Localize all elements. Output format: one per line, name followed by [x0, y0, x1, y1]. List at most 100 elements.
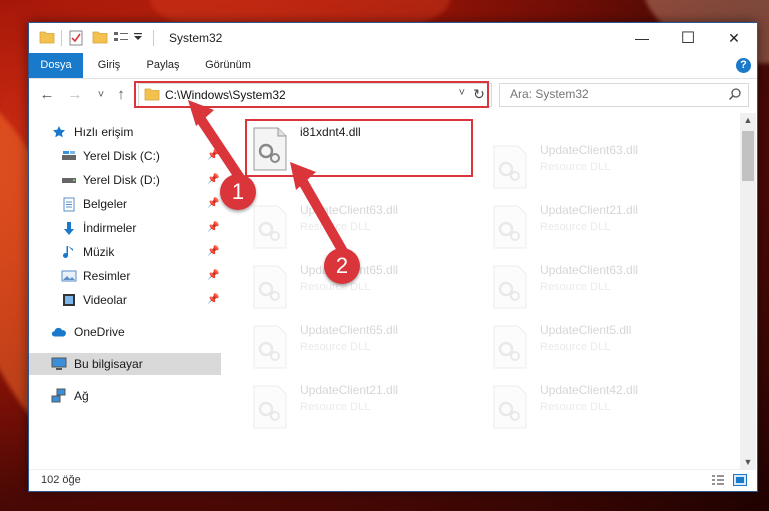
download-icon — [61, 220, 77, 236]
status-bar: 102 öğe — [29, 469, 757, 492]
dll-file-icon — [253, 385, 287, 429]
file-description: Resource DLL — [300, 401, 371, 413]
folder-icon[interactable] — [39, 30, 55, 44]
search-box[interactable] — [499, 83, 749, 107]
pin-icon[interactable]: 📌 — [207, 294, 219, 305]
divider — [153, 30, 154, 46]
scroll-down-icon[interactable]: ▼ — [740, 457, 756, 467]
file-name: UpdateClient42.dll — [540, 383, 639, 397]
pin-icon[interactable]: 📌 — [207, 198, 219, 209]
large-icons-view-icon[interactable] — [733, 474, 747, 486]
file-description: Resource DLL — [540, 221, 611, 233]
dll-file-icon — [493, 325, 527, 369]
file-description: Resource DLL — [540, 401, 611, 413]
file-description: Resource DLL — [300, 221, 371, 233]
sidebar-item-label: Müzik — [83, 245, 115, 259]
new-folder-icon[interactable] — [92, 30, 108, 44]
back-button[interactable]: ← — [37, 85, 57, 105]
file-item[interactable]: UpdateClient65.dll Resource DLL — [252, 321, 482, 375]
pin-icon[interactable]: 📌 — [207, 246, 219, 257]
tab-view[interactable]: Görünüm — [197, 53, 259, 78]
sidebar-item-label: Bu bilgisayar — [74, 357, 143, 371]
sidebar-item-label: Hızlı erişim — [74, 125, 134, 139]
sidebar-item-local-disk-d[interactable]: Yerel Disk (D:) 📌 — [29, 169, 221, 191]
recent-locations-button[interactable]: ˅ — [91, 85, 111, 105]
pin-icon[interactable]: 📌 — [207, 222, 219, 233]
computer-icon — [51, 356, 67, 372]
sidebar-item-label: Ağ — [74, 389, 89, 403]
sidebar-item-pictures[interactable]: Resimler 📌 — [29, 265, 221, 287]
pin-icon[interactable]: 📌 — [207, 174, 219, 185]
search-icon[interactable] — [728, 87, 742, 101]
maximize-button[interactable]: ☐ — [665, 23, 711, 53]
tab-share[interactable]: Paylaş — [137, 53, 189, 78]
properties-icon[interactable] — [69, 30, 83, 46]
details-view-icon[interactable] — [711, 474, 725, 486]
divider — [61, 30, 62, 46]
drive-icon — [61, 148, 77, 164]
sidebar-item-local-disk-c[interactable]: Yerel Disk (C:) 📌 — [29, 145, 221, 167]
file-item[interactable]: UpdateClient5.dll Resource DLL — [492, 321, 722, 375]
vertical-scrollbar[interactable]: ▲ ▼ — [740, 113, 756, 469]
file-item[interactable]: UpdateClient63.dll Resource DLL — [492, 261, 722, 315]
forward-button[interactable]: → — [65, 85, 85, 105]
video-icon — [61, 292, 77, 308]
file-description: Resource DLL — [300, 341, 371, 353]
window-title: System32 — [169, 31, 223, 45]
cloud-icon — [51, 324, 67, 340]
scrollbar-thumb[interactable] — [742, 131, 754, 181]
file-item[interactable]: UpdateClient65.dll Resource DLL — [252, 261, 482, 315]
dll-file-icon — [253, 205, 287, 249]
dll-file-icon — [493, 145, 527, 189]
navigation-pane: Hızlı erişim Yerel Disk (C:) 📌 Yerel Dis… — [29, 113, 223, 469]
sidebar-item-label: Yerel Disk (C:) — [83, 149, 160, 163]
search-input[interactable] — [500, 84, 710, 104]
sidebar-item-videos[interactable]: Videolar 📌 — [29, 289, 221, 311]
view-options-icon[interactable] — [113, 30, 129, 44]
scroll-up-icon[interactable]: ▲ — [740, 115, 756, 125]
sidebar-item-documents[interactable]: Belgeler 📌 — [29, 193, 221, 215]
sidebar-item-label: Belgeler — [83, 197, 128, 211]
file-item[interactable]: UpdateClient63.dll Resource DLL — [492, 141, 722, 195]
file-item[interactable]: UpdateClient21.dll Resource DLL — [252, 381, 482, 435]
sidebar-item-this-pc[interactable]: Bu bilgisayar — [29, 353, 221, 375]
sidebar-item-label: İndirmeler — [83, 221, 137, 235]
file-description: Resource DLL — [540, 341, 611, 353]
pin-icon[interactable]: 📌 — [207, 150, 219, 161]
sidebar-item-label: OneDrive — [74, 325, 125, 339]
close-button[interactable]: ✕ — [711, 23, 757, 53]
file-name: UpdateClient63.dll — [540, 143, 639, 157]
file-name: UpdateClient5.dll — [540, 323, 632, 337]
sidebar-item-network[interactable]: Ağ — [29, 385, 221, 407]
sidebar-item-label: Resimler — [83, 269, 131, 283]
file-name: UpdateClient21.dll — [300, 383, 399, 397]
customize-quick-access-icon[interactable] — [133, 32, 143, 42]
pictures-icon — [61, 268, 77, 284]
network-icon — [51, 388, 67, 404]
dll-file-icon — [493, 265, 527, 309]
address-highlight-box — [134, 81, 489, 108]
sidebar-item-quick-access[interactable]: Hızlı erişim — [29, 121, 221, 143]
file-name: UpdateClient21.dll — [540, 203, 639, 217]
sidebar-item-downloads[interactable]: İndirmeler 📌 — [29, 217, 221, 239]
file-name: UpdateClient63.dll — [300, 203, 399, 217]
up-button[interactable]: ↑ — [111, 85, 131, 105]
minimize-button[interactable]: — — [619, 23, 665, 53]
tab-home[interactable]: Giriş — [87, 53, 131, 78]
step-badge-1: 1 — [220, 174, 256, 210]
help-button[interactable]: ? — [736, 58, 751, 73]
sidebar-item-onedrive[interactable]: OneDrive — [29, 321, 221, 343]
dll-file-icon — [253, 265, 287, 309]
item-count: 102 öğe — [41, 474, 81, 486]
music-icon — [61, 244, 77, 260]
file-item[interactable]: UpdateClient63.dll Resource DLL — [252, 201, 482, 255]
sidebar-item-music[interactable]: Müzik 📌 — [29, 241, 221, 263]
file-description: Resource DLL — [540, 161, 611, 173]
dll-file-icon — [253, 325, 287, 369]
file-item[interactable]: UpdateClient21.dll Resource DLL — [492, 201, 722, 255]
file-item[interactable]: UpdateClient42.dll Resource DLL — [492, 381, 722, 435]
tab-file[interactable]: Dosya — [29, 53, 83, 78]
document-icon — [61, 196, 77, 212]
ribbon: Dosya Giriş Paylaş Görünüm ? — [29, 53, 757, 79]
pin-icon[interactable]: 📌 — [207, 270, 219, 281]
